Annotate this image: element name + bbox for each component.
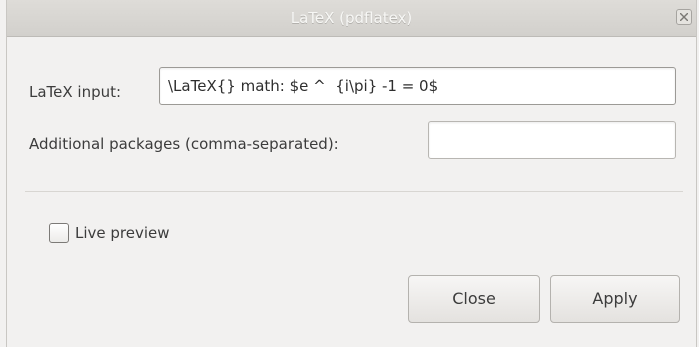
close-button[interactable]: Close: [408, 275, 540, 323]
window-title: LaTeX (pdflatex): [290, 9, 413, 27]
window-close-button[interactable]: [676, 9, 692, 25]
separator: [25, 191, 683, 192]
live-preview-label[interactable]: Live preview: [75, 224, 170, 242]
latex-dialog: LaTeX (pdflatex) LaTeX input: Additional…: [6, 0, 697, 347]
latex-input-label: LaTeX input:: [29, 83, 122, 101]
live-preview-checkbox[interactable]: [49, 223, 69, 243]
title-bar[interactable]: LaTeX (pdflatex): [7, 0, 696, 37]
latex-input-field[interactable]: [159, 67, 676, 105]
apply-button[interactable]: Apply: [550, 275, 680, 323]
packages-input-field[interactable]: [428, 121, 676, 159]
packages-label: Additional packages (comma-separated):: [29, 135, 339, 153]
close-icon: [680, 13, 688, 21]
